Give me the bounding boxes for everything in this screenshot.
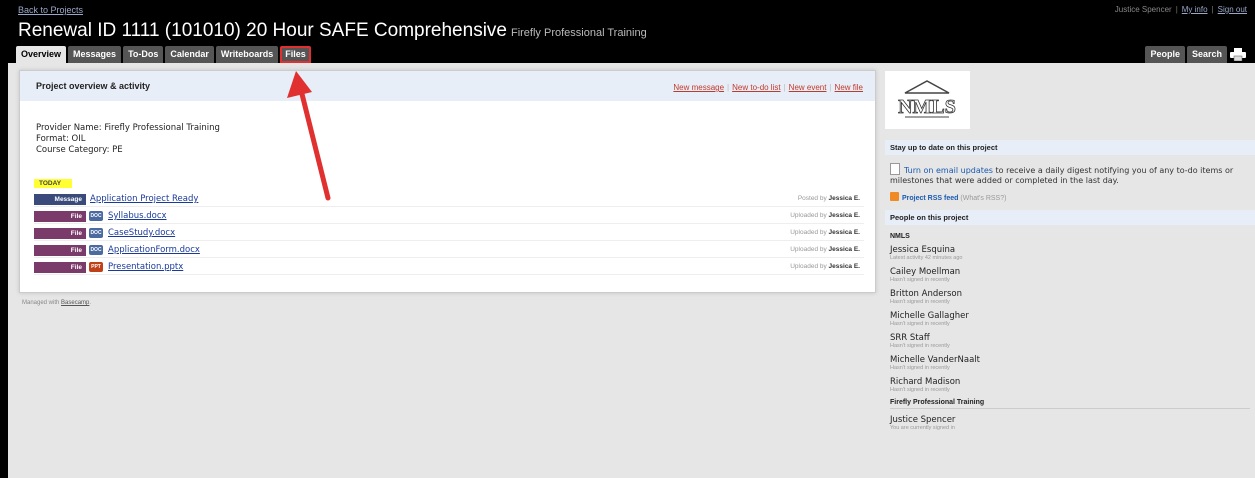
group-name: Firefly Professional Training (890, 399, 1250, 409)
rss-feed-link[interactable]: Project RSS feed (902, 195, 958, 202)
person: Michelle VanderNaalt Hasn't signed in rec… (890, 355, 980, 371)
app-window: Back to Projects Justice Spencer | My info… (8, 0, 1255, 478)
person: Michelle Gallagher Hasn't signed in recen… (890, 311, 969, 327)
person: Richard Madison Hasn't signed in recently (890, 377, 961, 393)
person: Justice Spencer You are currently signed … (890, 415, 956, 431)
whats-rss-link[interactable]: (What's RSS?) (960, 195, 1006, 202)
person: Britton Anderson Hasn't signed in recentl… (890, 289, 962, 305)
people-list: NMLS Jessica Esquina Latest activity 42 m… (890, 233, 1250, 437)
email-doc-icon (890, 163, 900, 175)
stay-updated-heading: Stay up to date on this project (885, 140, 1255, 155)
email-updates-link[interactable]: Turn on email updates (904, 166, 993, 175)
person: Cailey Moellman Hasn't signed in recently (890, 267, 961, 283)
group-name: NMLS (890, 233, 910, 240)
people-heading: People on this project (885, 210, 1255, 225)
nmls-logo: NMLS (885, 71, 970, 129)
rss-feed: Project RSS feed (What's RSS?) (890, 192, 1006, 202)
logo-text: NMLS (898, 96, 956, 118)
person: SRR Staff Hasn't signed in recently (890, 333, 950, 349)
person: Jessica Esquina Latest activity 42 minute… (890, 245, 963, 261)
rss-icon (890, 192, 899, 201)
email-updates-text: Turn on email updates to receive a daily… (890, 163, 1250, 186)
